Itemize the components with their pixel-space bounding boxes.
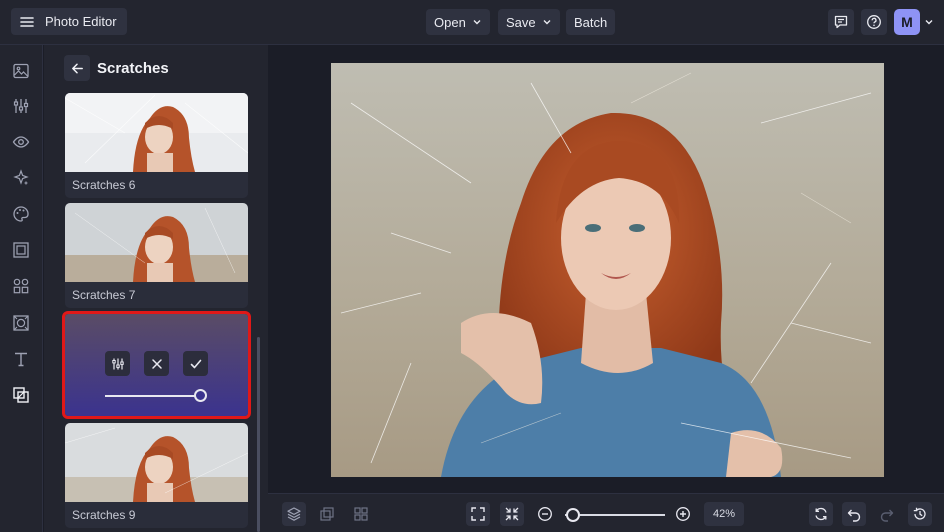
rail-item-text[interactable]: [11, 349, 31, 369]
effect-settings-button[interactable]: [105, 351, 130, 376]
fit-to-screen-button[interactable]: [466, 502, 490, 526]
refresh-icon: [815, 507, 827, 521]
overlay-icon: [13, 387, 29, 403]
cancel-effect-button[interactable]: [144, 351, 169, 376]
zoom-slider-track[interactable]: [565, 514, 665, 516]
frame-icon: [13, 242, 29, 258]
effect-thumbnail: [65, 203, 248, 282]
history-icon: [913, 507, 926, 520]
undo-button[interactable]: [842, 502, 866, 526]
effect-card-scratches-8-active[interactable]: [62, 311, 251, 419]
help-button[interactable]: [861, 9, 887, 35]
grid-button[interactable]: [349, 502, 373, 526]
arrow-left-icon: [71, 63, 83, 73]
chevron-down-icon[interactable]: [924, 17, 934, 27]
effect-card-scratches-7[interactable]: Scratches 7: [65, 203, 248, 308]
rail-item-adjustments[interactable]: [11, 96, 31, 116]
palette-icon: [13, 206, 29, 222]
rail-item-graphics[interactable]: [11, 276, 31, 296]
layers-icon: [287, 507, 301, 521]
image-icon: [13, 63, 29, 79]
rail-item-artsy[interactable]: [11, 204, 31, 224]
help-icon: [867, 15, 881, 29]
chevron-down-icon: [473, 20, 481, 25]
zoom-level[interactable]: 42%: [704, 502, 744, 526]
zoom-slider-handle[interactable]: [566, 508, 580, 522]
close-icon: [151, 358, 162, 369]
eye-icon: [12, 136, 30, 148]
editor-canvas: [268, 45, 944, 493]
effect-intensity-slider-track[interactable]: [105, 395, 202, 397]
bottom-toolbar: 42%: [268, 493, 944, 532]
plus-circle-icon: [676, 507, 690, 521]
photo-preview[interactable]: [331, 63, 884, 477]
zoom-in-button[interactable]: [671, 502, 695, 526]
sliders-icon: [111, 358, 124, 369]
panel-scrollbar[interactable]: [257, 337, 260, 532]
effect-intensity-slider-handle[interactable]: [194, 389, 207, 402]
save-button[interactable]: Save: [498, 9, 560, 35]
zoom-out-button[interactable]: [533, 502, 557, 526]
menu-button[interactable]: Photo Editor: [11, 8, 127, 35]
redo-icon: [880, 509, 894, 522]
effect-card-scratches-6[interactable]: Scratches 6: [65, 93, 248, 198]
checkmark-icon: [190, 359, 201, 368]
rail-item-view[interactable]: [11, 132, 31, 152]
compare-button[interactable]: [315, 502, 339, 526]
actual-size-button[interactable]: [500, 502, 524, 526]
collapse-icon: [505, 507, 519, 521]
rail-item-effects[interactable]: [11, 168, 31, 188]
open-button[interactable]: Open: [426, 9, 490, 35]
rail-item-textures[interactable]: [11, 313, 31, 333]
compare-icon: [320, 507, 334, 521]
rail-item-overlays[interactable]: [11, 385, 31, 405]
rail-item-frames[interactable]: [11, 240, 31, 260]
reset-button[interactable]: [809, 502, 833, 526]
app-title: Photo Editor: [45, 14, 117, 29]
effects-panel: Scratches Scratches 6 Scratches 7 Scratc…: [44, 45, 268, 532]
effect-thumbnail: [65, 93, 248, 172]
open-label: Open: [434, 14, 466, 30]
adjustments-icon: [13, 99, 29, 113]
shapes-icon: [13, 278, 29, 294]
grid-icon: [354, 507, 368, 521]
batch-button[interactable]: Batch: [566, 9, 616, 35]
effect-card-label: Scratches 7: [65, 282, 248, 308]
save-label: Save: [506, 14, 536, 30]
rail-item-image[interactable]: [11, 61, 31, 81]
expand-icon: [471, 507, 485, 521]
effect-card-label: Scratches 6: [65, 172, 248, 198]
apply-effect-button[interactable]: [183, 351, 208, 376]
layers-button[interactable]: [282, 502, 306, 526]
minus-circle-icon: [538, 507, 552, 521]
back-button[interactable]: [64, 55, 90, 81]
chevron-down-icon: [543, 20, 551, 25]
history-button[interactable]: [908, 502, 932, 526]
effect-card-scratches-9[interactable]: Scratches 9: [65, 423, 248, 528]
feedback-icon: [834, 15, 848, 29]
effect-card-label: Scratches 9: [65, 502, 248, 528]
batch-label: Batch: [574, 14, 608, 30]
hamburger-icon: [20, 16, 34, 27]
left-rail: [0, 45, 43, 532]
redo-button[interactable]: [875, 502, 899, 526]
effect-thumbnail: [65, 423, 248, 502]
top-toolbar: Photo Editor Open Save Batch M: [0, 0, 944, 45]
undo-icon: [847, 509, 861, 522]
text-icon: [15, 352, 27, 367]
panel-title: Scratches: [97, 60, 169, 77]
avatar[interactable]: M: [894, 9, 920, 35]
feedback-button[interactable]: [828, 9, 854, 35]
sparkle-icon: [13, 169, 29, 185]
texture-icon: [13, 315, 29, 331]
